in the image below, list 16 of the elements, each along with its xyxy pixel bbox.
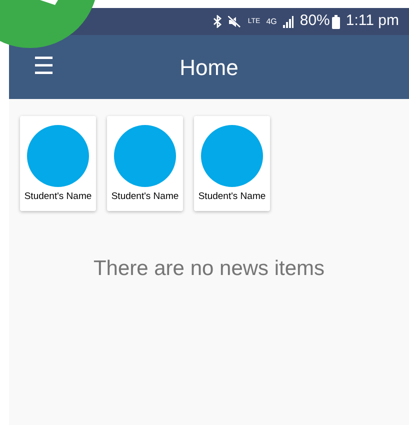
student-name: Student's Name: [24, 190, 92, 204]
status-time: 1:11 pm: [346, 11, 399, 32]
battery-icon: [332, 14, 340, 28]
battery-percent: 80%: [300, 11, 330, 32]
signal-icon: [282, 16, 294, 28]
network-label: 4G: [266, 18, 277, 26]
student-card[interactable]: Student's Name: [107, 116, 183, 211]
bluetooth-icon: [212, 15, 222, 28]
menu-button[interactable]: ☰: [29, 55, 59, 79]
app-bar-title: Home: [180, 54, 238, 82]
empty-message: There are no news items: [93, 256, 325, 282]
mute-icon: [228, 16, 242, 28]
student-card[interactable]: Student's Name: [194, 116, 270, 211]
student-card[interactable]: Student's Name: [20, 116, 96, 211]
student-name: Student's Name: [111, 190, 179, 204]
student-name: Student's Name: [198, 190, 266, 204]
